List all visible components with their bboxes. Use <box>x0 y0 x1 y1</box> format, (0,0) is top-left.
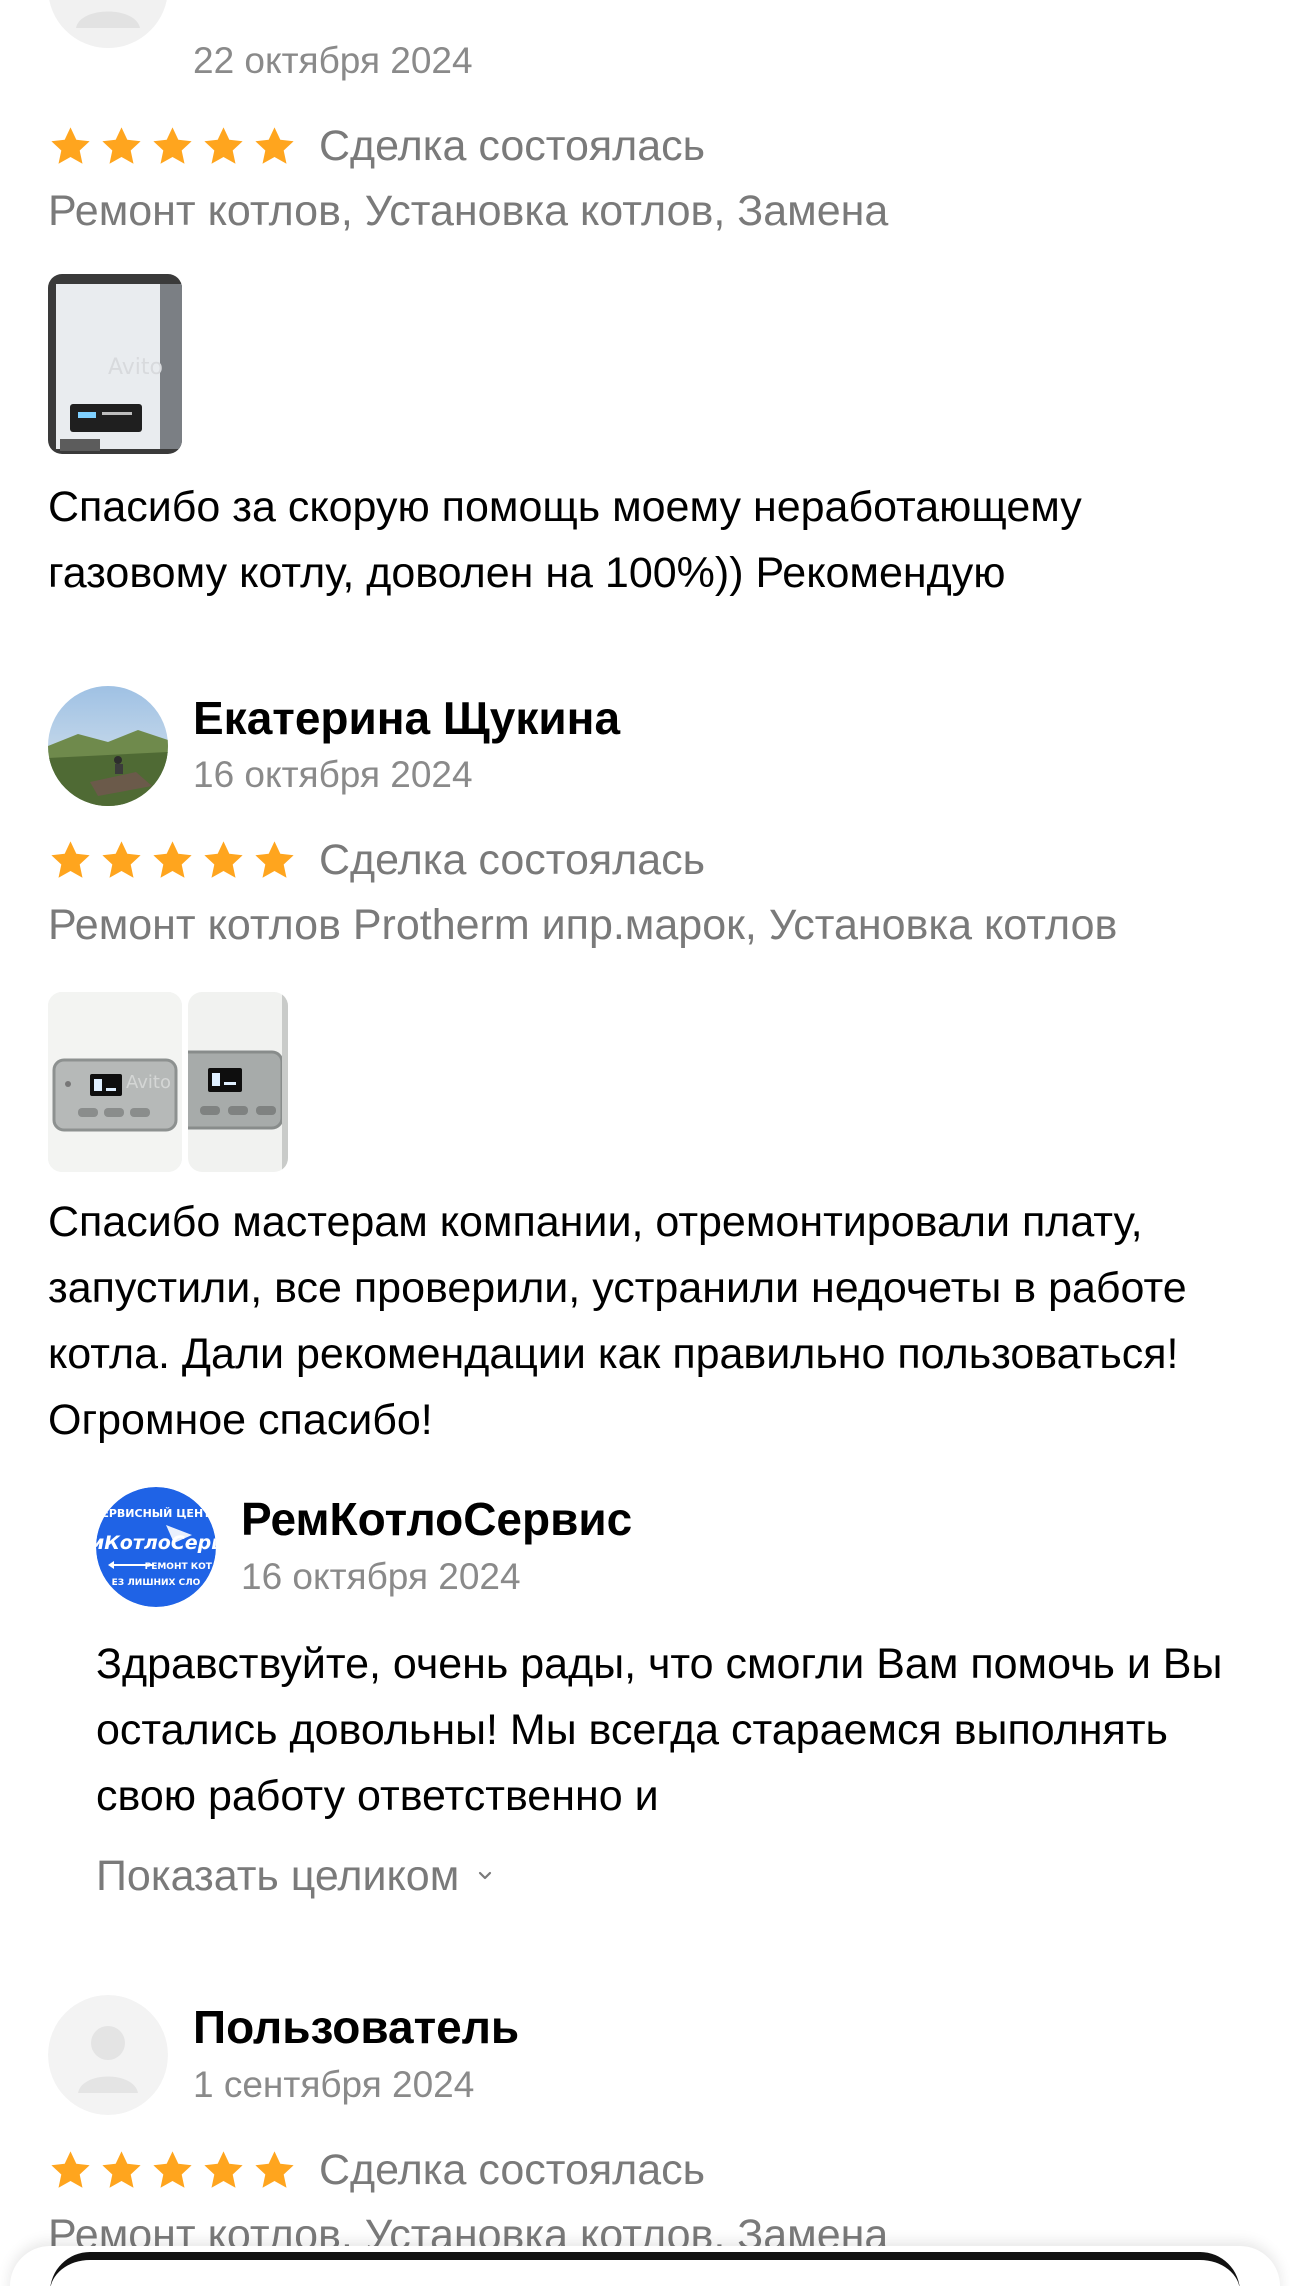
bottom-sheet[interactable] <box>10 2246 1280 2286</box>
star-icon <box>153 840 192 878</box>
deal-status: Сделка состоялась <box>319 121 706 170</box>
review-2-author[interactable]: Екатерина Щукина <box>193 690 620 746</box>
bottom-sheet-edge <box>50 2252 1240 2286</box>
review-2-text: Спасибо мастерам компании, отремонтирова… <box>48 1198 1187 1444</box>
review-1-services: Ремонт котлов, Установка котлов, Замена <box>48 187 889 235</box>
star-icon <box>102 126 141 164</box>
boiler-photo-image: Avito <box>48 274 182 454</box>
rating-stars <box>48 838 297 883</box>
star-icon <box>255 840 294 878</box>
review-3-date: 1 сентября 2024 <box>193 2064 475 2105</box>
boiler-panel-photo-image <box>188 992 288 1172</box>
user-placeholder-icon <box>48 1995 168 2115</box>
review-3-avatar[interactable] <box>48 1995 168 2115</box>
review-2-avatar[interactable] <box>48 686 168 806</box>
review-1-photos: Avito <box>48 274 182 454</box>
show-all-label: Показать целиком <box>96 1852 460 1900</box>
star-icon <box>153 2150 192 2188</box>
owner-name[interactable]: РемКотлоСервис <box>241 1491 632 1547</box>
star-icon <box>51 2150 90 2188</box>
avito-watermark: Avito <box>126 1072 171 1093</box>
star-icon <box>204 126 243 164</box>
star-icon <box>102 2150 141 2188</box>
user-placeholder-icon <box>49 0 167 48</box>
svg-text:ЕРВИСНЫЙ ЦЕНТ: ЕРВИСНЫЙ ЦЕНТ <box>101 1507 211 1520</box>
svg-text:РЕМОНТ КОТЛ: РЕМОНТ КОТЛ <box>145 1562 216 1572</box>
star-icon <box>153 126 192 164</box>
deal-status: Сделка состоялась <box>319 835 706 884</box>
owner-reply-text: Здравствуйте, очень рады, что смогли Вам… <box>96 1640 1223 1820</box>
review-photo[interactable]: Avito <box>48 274 182 454</box>
chevron-down-icon <box>479 1871 492 1880</box>
star-icon <box>51 840 90 878</box>
review-photo[interactable] <box>188 992 288 1172</box>
review-2-photos: Avito <box>48 992 288 1172</box>
star-icon <box>204 2150 243 2188</box>
boiler-panel-photo-image: Avito <box>48 992 182 1172</box>
star-icon <box>255 126 294 164</box>
owner-reply-date: 16 октября 2024 <box>241 1556 521 1597</box>
review-3-author[interactable]: Пользователь <box>193 1999 519 2055</box>
svg-text:ЕЗ ЛИШНИХ СЛО: ЕЗ ЛИШНИХ СЛО <box>112 1578 201 1588</box>
show-all-button[interactable]: Показать целиком <box>96 1846 493 1906</box>
review-3-rating: Сделка состоялась <box>48 2140 705 2200</box>
star-icon <box>255 2150 294 2188</box>
review-2-services: Ремонт котлов Protherm ипр.марок, Устано… <box>48 901 1118 949</box>
review-1-date: 22 октября 2024 <box>193 40 473 81</box>
star-icon <box>102 840 141 878</box>
review-photo[interactable]: Avito <box>48 992 182 1172</box>
review-1-avatar[interactable] <box>48 0 168 48</box>
deal-status: Сделка состоялась <box>319 2145 706 2194</box>
avito-watermark: Avito <box>108 355 163 380</box>
review-2-rating: Сделка состоялась <box>48 830 705 890</box>
review-1-text: Спасибо за скорую помощь моему неработаю… <box>48 483 1082 597</box>
owner-avatar[interactable]: ЕРВИСНЫЙ ЦЕНТ мКотлоСерв РЕМОНТ КОТЛ ЕЗ … <box>96 1487 216 1607</box>
review-2-date: 16 октября 2024 <box>193 754 473 795</box>
review-1-rating: Сделка состоялась <box>48 116 705 176</box>
rating-stars <box>48 2148 297 2193</box>
company-logo-icon: ЕРВИСНЫЙ ЦЕНТ мКотлоСерв РЕМОНТ КОТЛ ЕЗ … <box>96 1487 216 1607</box>
landscape-avatar-image <box>48 686 168 806</box>
star-icon <box>51 126 90 164</box>
rating-stars <box>48 124 297 169</box>
svg-text:мКотлоСерв: мКотлоСерв <box>96 1532 216 1554</box>
star-icon <box>204 840 243 878</box>
reviews-page: 22 октября 2024 Сделка состоялась Ремонт… <box>0 0 1290 2286</box>
